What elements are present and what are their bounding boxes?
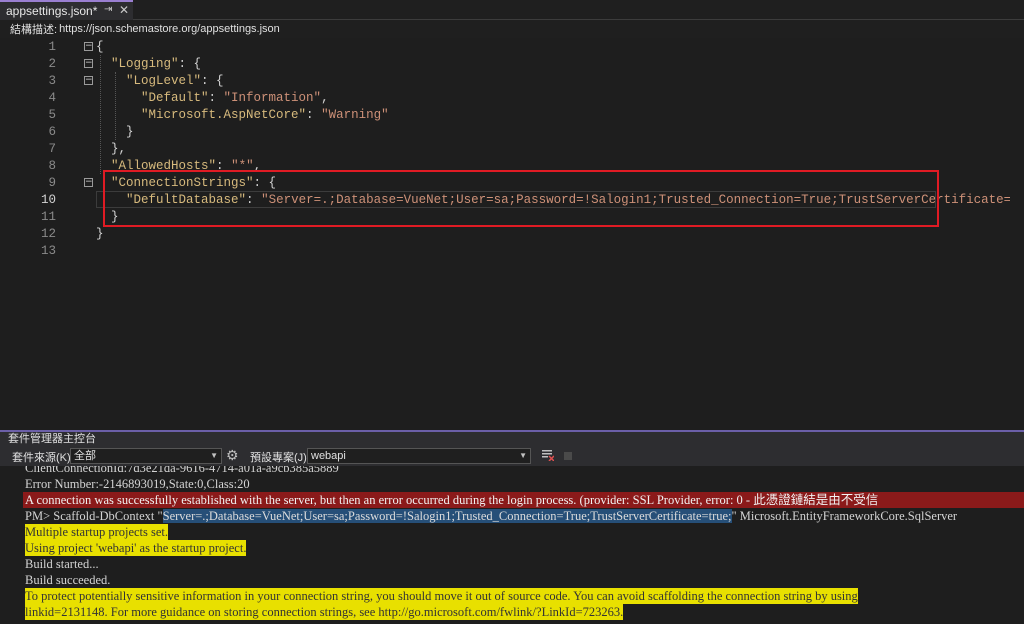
tab-title: appsettings.json*: [6, 4, 98, 18]
package-source-value: 全部: [74, 450, 96, 462]
console-line: PM> Scaffold-DbContext "Server=.;Databas…: [25, 509, 958, 523]
console-line: Using project 'webapi' as the startup pr…: [25, 540, 247, 556]
pin-icon[interactable]: ⇥: [104, 4, 112, 15]
code-editor[interactable]: 1−{2− "Logging": {3− "LogLevel": {4 "Def…: [0, 38, 1024, 430]
code-text: "Logging": {: [111, 57, 202, 71]
line-number: 8: [48, 159, 56, 173]
line-number: 13: [40, 244, 56, 258]
tab-appsettings-json[interactable]: appsettings.json* ⇥ ✕: [0, 0, 133, 20]
line-number: 3: [48, 74, 56, 88]
pmc-toolbar: 套件來源(K): 全部 ▼ ⚙ 預設專案(J): webapi ▼: [0, 446, 1024, 466]
close-icon[interactable]: ✕: [119, 3, 129, 17]
code-text: }: [96, 227, 104, 241]
code-text: "Default": "Information",: [141, 91, 329, 105]
gear-icon[interactable]: ⚙: [226, 447, 239, 464]
code-line[interactable]: 4 "Default": "Information",: [0, 90, 1024, 107]
schema-bar: 結構描述: https://json.schemastore.org/appse…: [0, 20, 1024, 38]
editor-scrollbar[interactable]: [1010, 38, 1024, 430]
line-number: 2: [48, 57, 56, 71]
code-line[interactable]: 2 − "Logging": {: [0, 56, 1024, 73]
console-line: Error Number:-2146893019,State:0,Class:2…: [25, 477, 250, 491]
console-line: Build started...: [25, 557, 99, 571]
line-number: 11: [40, 210, 56, 224]
selected-text: Server=.;Database=VueNet;User=sa;Passwor…: [162, 509, 732, 523]
line-number: 6: [48, 125, 56, 139]
line-number: 5: [48, 108, 56, 122]
stop-icon[interactable]: [564, 452, 572, 460]
clear-console-icon[interactable]: [542, 449, 554, 461]
package-source-select[interactable]: 全部 ▼: [70, 448, 222, 464]
package-source-label: 套件來源(K):: [12, 452, 74, 464]
code-line[interactable]: 6 }: [0, 124, 1024, 141]
code-line[interactable]: 3− "LogLevel": {: [0, 73, 1024, 90]
line-number: 10: [40, 193, 56, 207]
collapse-icon[interactable]: −: [84, 76, 93, 85]
annotation-highlight-box: [103, 170, 939, 227]
schema-label: 結構描述:: [10, 24, 58, 36]
chevron-down-icon: ▼: [210, 451, 218, 460]
indent-guide: [100, 55, 101, 174]
console-line: Build succeeded.: [25, 573, 111, 587]
line-number: 12: [40, 227, 56, 241]
line-number: 1: [48, 40, 56, 54]
package-manager-console-title: 套件管理器主控台: [0, 432, 1024, 446]
line-number: 4: [48, 91, 56, 105]
code-line[interactable]: 7 },: [0, 141, 1024, 158]
indent-guide: [115, 72, 116, 140]
code-text: "Microsoft.AspNetCore": "Warning": [141, 108, 389, 122]
default-project-label: 預設專案(J):: [250, 452, 310, 464]
console-line: linkid=2131148. For more guidance on sto…: [25, 604, 624, 620]
console-line: A connection was successfully establishe…: [23, 492, 1024, 508]
collapse-icon[interactable]: −: [84, 59, 93, 68]
default-project-value: webapi: [311, 450, 346, 462]
code-line[interactable]: 5 "Microsoft.AspNetCore": "Warning": [0, 107, 1024, 124]
line-number: 9: [48, 176, 56, 190]
collapse-icon[interactable]: −: [84, 178, 93, 187]
collapse-icon[interactable]: −: [84, 42, 93, 51]
console-line: To protect potentially sensitive informa…: [25, 588, 858, 604]
chevron-down-icon: ▼: [519, 451, 527, 460]
code-text: {: [96, 40, 104, 54]
console-line: ClientConnectionId:7d3e21da-9616-4714-a0…: [25, 466, 339, 475]
schema-url[interactable]: https://json.schemastore.org/appsettings…: [59, 23, 280, 35]
pmc-console-output[interactable]: ClientConnectionId:7d3e21da-9616-4714-a0…: [0, 466, 1024, 624]
document-tab-strip: appsettings.json* ⇥ ✕: [0, 0, 1024, 20]
code-line[interactable]: 12}: [0, 226, 1024, 243]
line-number: 7: [48, 142, 56, 156]
code-line[interactable]: 13: [0, 243, 1024, 260]
code-line[interactable]: 1 −{: [0, 39, 1024, 56]
default-project-select[interactable]: webapi ▼: [307, 448, 531, 464]
console-line: Multiple startup projects set.: [25, 524, 169, 540]
